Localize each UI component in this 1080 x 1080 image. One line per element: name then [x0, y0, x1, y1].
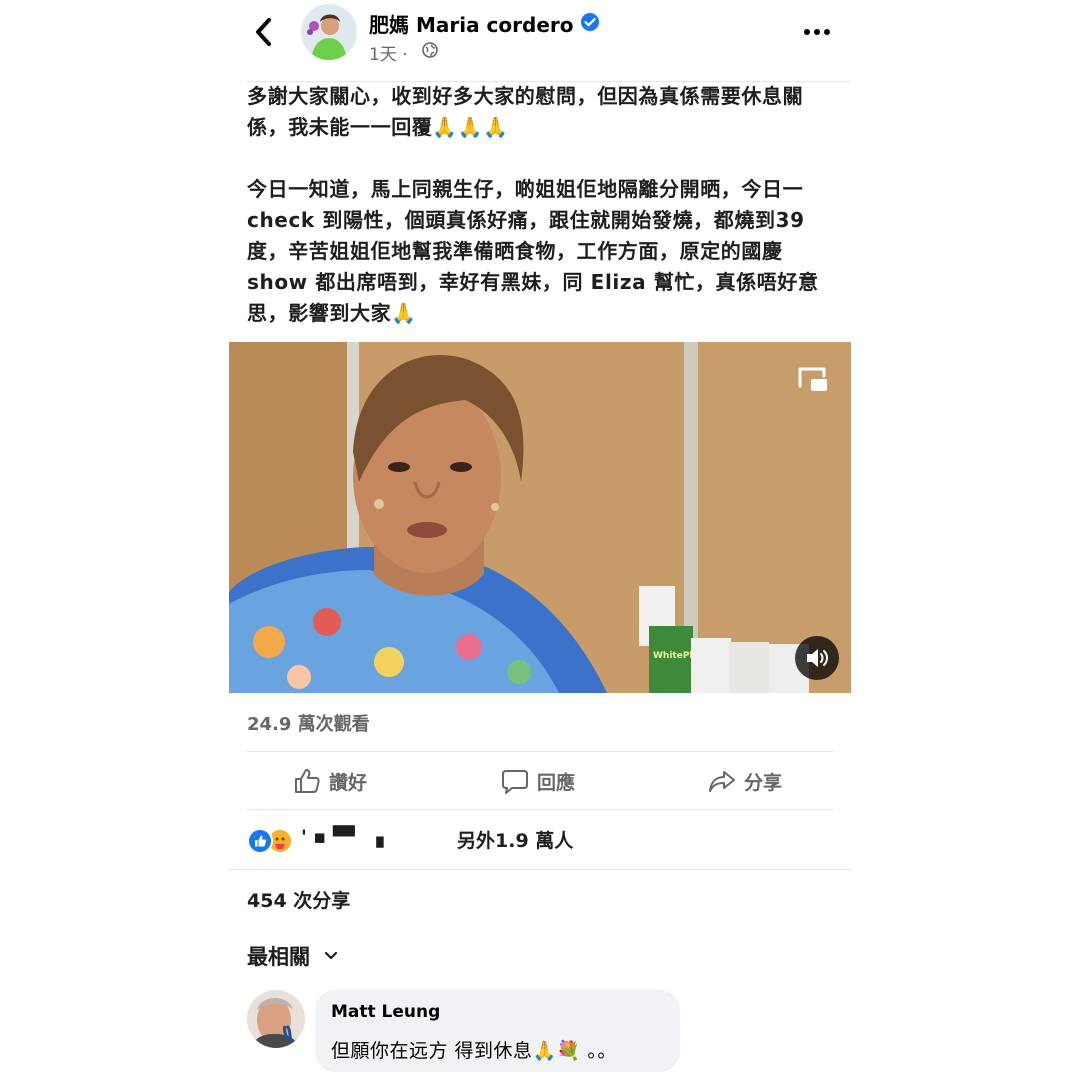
chevron-down-icon: [324, 951, 338, 960]
reaction-others-count: 另外1.9 萬人: [457, 830, 574, 852]
thumbs-up-icon: [295, 769, 320, 793]
divider: [247, 751, 833, 752]
like-button[interactable]: 讚好: [293, 766, 367, 796]
avatar-image: [301, 4, 357, 60]
post-paragraph: 多謝大家關心，收到好多大家的慰問，但因為真係需要休息關係，我未能一一回覆🙏🙏🙏: [247, 84, 804, 139]
back-arrow-icon[interactable]: [251, 16, 277, 48]
author-name[interactable]: 肥媽 Maria cordero: [369, 9, 573, 38]
divider: [247, 809, 833, 810]
author-avatar[interactable]: [301, 4, 357, 60]
video-player[interactable]: WhitePlant: [229, 342, 851, 693]
commenter-avatar[interactable]: [247, 990, 305, 1048]
share-label: 分享: [744, 771, 783, 794]
like-reaction-icon: [247, 828, 273, 854]
video-frame: WhitePlant: [229, 342, 851, 693]
commenter-photo: [247, 990, 305, 1048]
comment-button[interactable]: 回應: [501, 766, 575, 796]
comment-text: 但願你在远方 得到休息🙏💐 。。: [331, 1040, 617, 1062]
post-screen: 肥媽 Maria cordero 1天 · 多謝大家關心，收到好多大家的慰問，但…: [229, 0, 851, 1080]
divider: [229, 869, 851, 870]
comment-label: 回應: [537, 771, 576, 794]
comment-bubble-icon: [502, 770, 528, 794]
sound-toggle-button[interactable]: [795, 636, 839, 680]
share-count[interactable]: 454 次分享: [247, 886, 350, 913]
post-body: 多謝大家關心，收到好多大家的慰問，但因為真係需要休息關係，我未能一一回覆🙏🙏🙏 …: [247, 81, 839, 329]
verified-badge-icon: [581, 13, 599, 31]
post-time: 1天 ·: [369, 45, 408, 65]
commenter-name[interactable]: Matt Leung: [331, 1002, 440, 1022]
speaker-icon: [807, 649, 828, 667]
like-label: 讚好: [329, 771, 368, 794]
globe-icon: [422, 42, 438, 58]
share-button[interactable]: 分享: [708, 766, 782, 796]
reaction-names-redacted: ' ▪ ▀▘ ▗: [301, 826, 384, 848]
view-count: 24.9 萬次觀看: [247, 714, 370, 735]
more-options-icon[interactable]: [803, 28, 831, 36]
post-paragraph: 今日一知道，馬上同親生仔，啲姐姐佢地隔離分開晒，今日一check 到陽性，個頭真…: [247, 177, 819, 325]
picture-in-picture-icon[interactable]: [797, 366, 829, 394]
comment-bubble[interactable]: Matt Leung 但願你在远方 得到休息🙏💐 。。: [315, 990, 680, 1072]
share-arrow-icon: [709, 771, 735, 792]
sort-label: 最相關: [247, 945, 310, 969]
comment-sort-dropdown[interactable]: 最相關: [247, 941, 338, 971]
